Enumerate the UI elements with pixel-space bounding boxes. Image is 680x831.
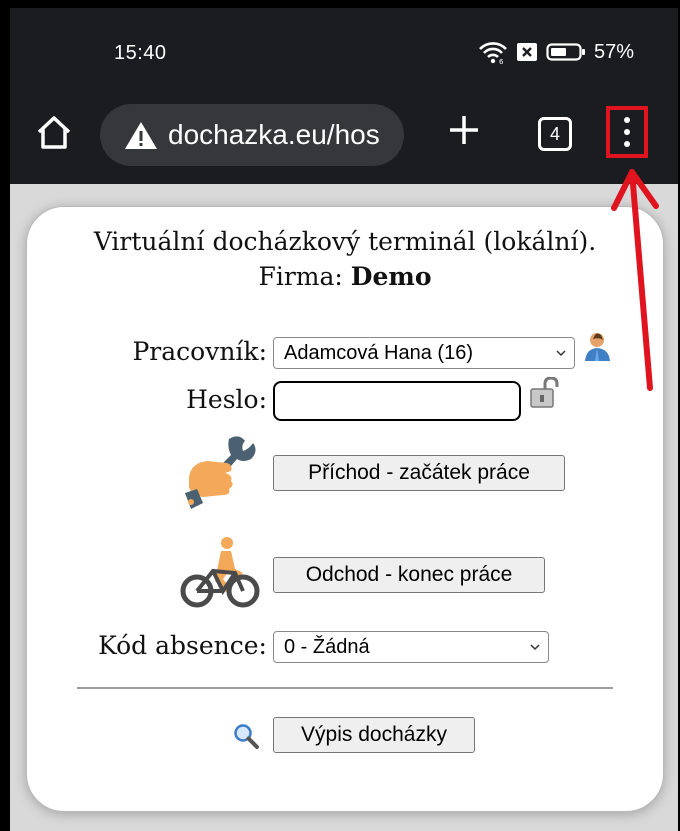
employee-label: Pracovník: — [132, 337, 267, 366]
divider — [77, 687, 613, 689]
hand-wrench-icon — [185, 436, 256, 509]
warning-icon — [125, 122, 157, 149]
battery-icon — [546, 43, 585, 61]
employee-select[interactable]: Adamcová Hana (16) — [273, 337, 575, 369]
attendance-report-button[interactable]: Výpis docházky — [273, 717, 475, 753]
tab-switcher-button[interactable]: 4 — [538, 117, 572, 151]
password-input[interactable] — [273, 381, 521, 421]
departure-button[interactable]: Odchod - konec práce — [273, 557, 545, 593]
home-button[interactable] — [30, 106, 78, 158]
browser-menu-button[interactable] — [606, 106, 648, 158]
wifi-icon: 6 — [479, 42, 507, 64]
absence-selected: 0 - Žádná — [284, 636, 370, 658]
chevron-down-icon — [530, 644, 540, 651]
battery-percentage: 57% — [594, 40, 635, 63]
status-time: 15:40 — [114, 42, 167, 64]
terminal-card: Virtuální docházkový terminál (lokální).… — [26, 206, 664, 812]
home-icon — [37, 116, 71, 149]
url-bar[interactable]: dochazka.eu/hos — [100, 104, 404, 166]
company-line: Firma: Demo — [27, 262, 663, 291]
status-bar: 15:40 6 57% — [10, 8, 678, 88]
notification-icon — [517, 43, 537, 61]
plus-icon — [450, 116, 478, 144]
absence-select[interactable]: 0 - Žádná — [273, 631, 549, 663]
svg-text:6: 6 — [499, 58, 504, 64]
chevron-down-icon — [556, 350, 566, 357]
browser-toolbar: dochazka.eu/hos 4 — [10, 88, 678, 184]
terminal-title: Virtuální docházkový terminál (lokální). — [93, 227, 597, 256]
absence-label: Kód absence: — [98, 631, 267, 660]
password-label: Heslo: — [186, 385, 267, 414]
cyclist-icon — [180, 537, 260, 608]
company-name: Demo — [350, 262, 432, 291]
company-label: Firma: — [258, 262, 343, 291]
arrival-button[interactable]: Příchod - začátek práce — [273, 455, 565, 491]
employee-selected: Adamcová Hana (16) — [284, 342, 473, 364]
more-vert-icon — [624, 117, 630, 123]
url-text: dochazka.eu/hos — [168, 119, 380, 150]
new-tab-button[interactable] — [444, 110, 484, 150]
padlock-open-icon — [530, 377, 559, 408]
user-icon — [585, 333, 610, 361]
magnifier-icon — [234, 724, 259, 749]
